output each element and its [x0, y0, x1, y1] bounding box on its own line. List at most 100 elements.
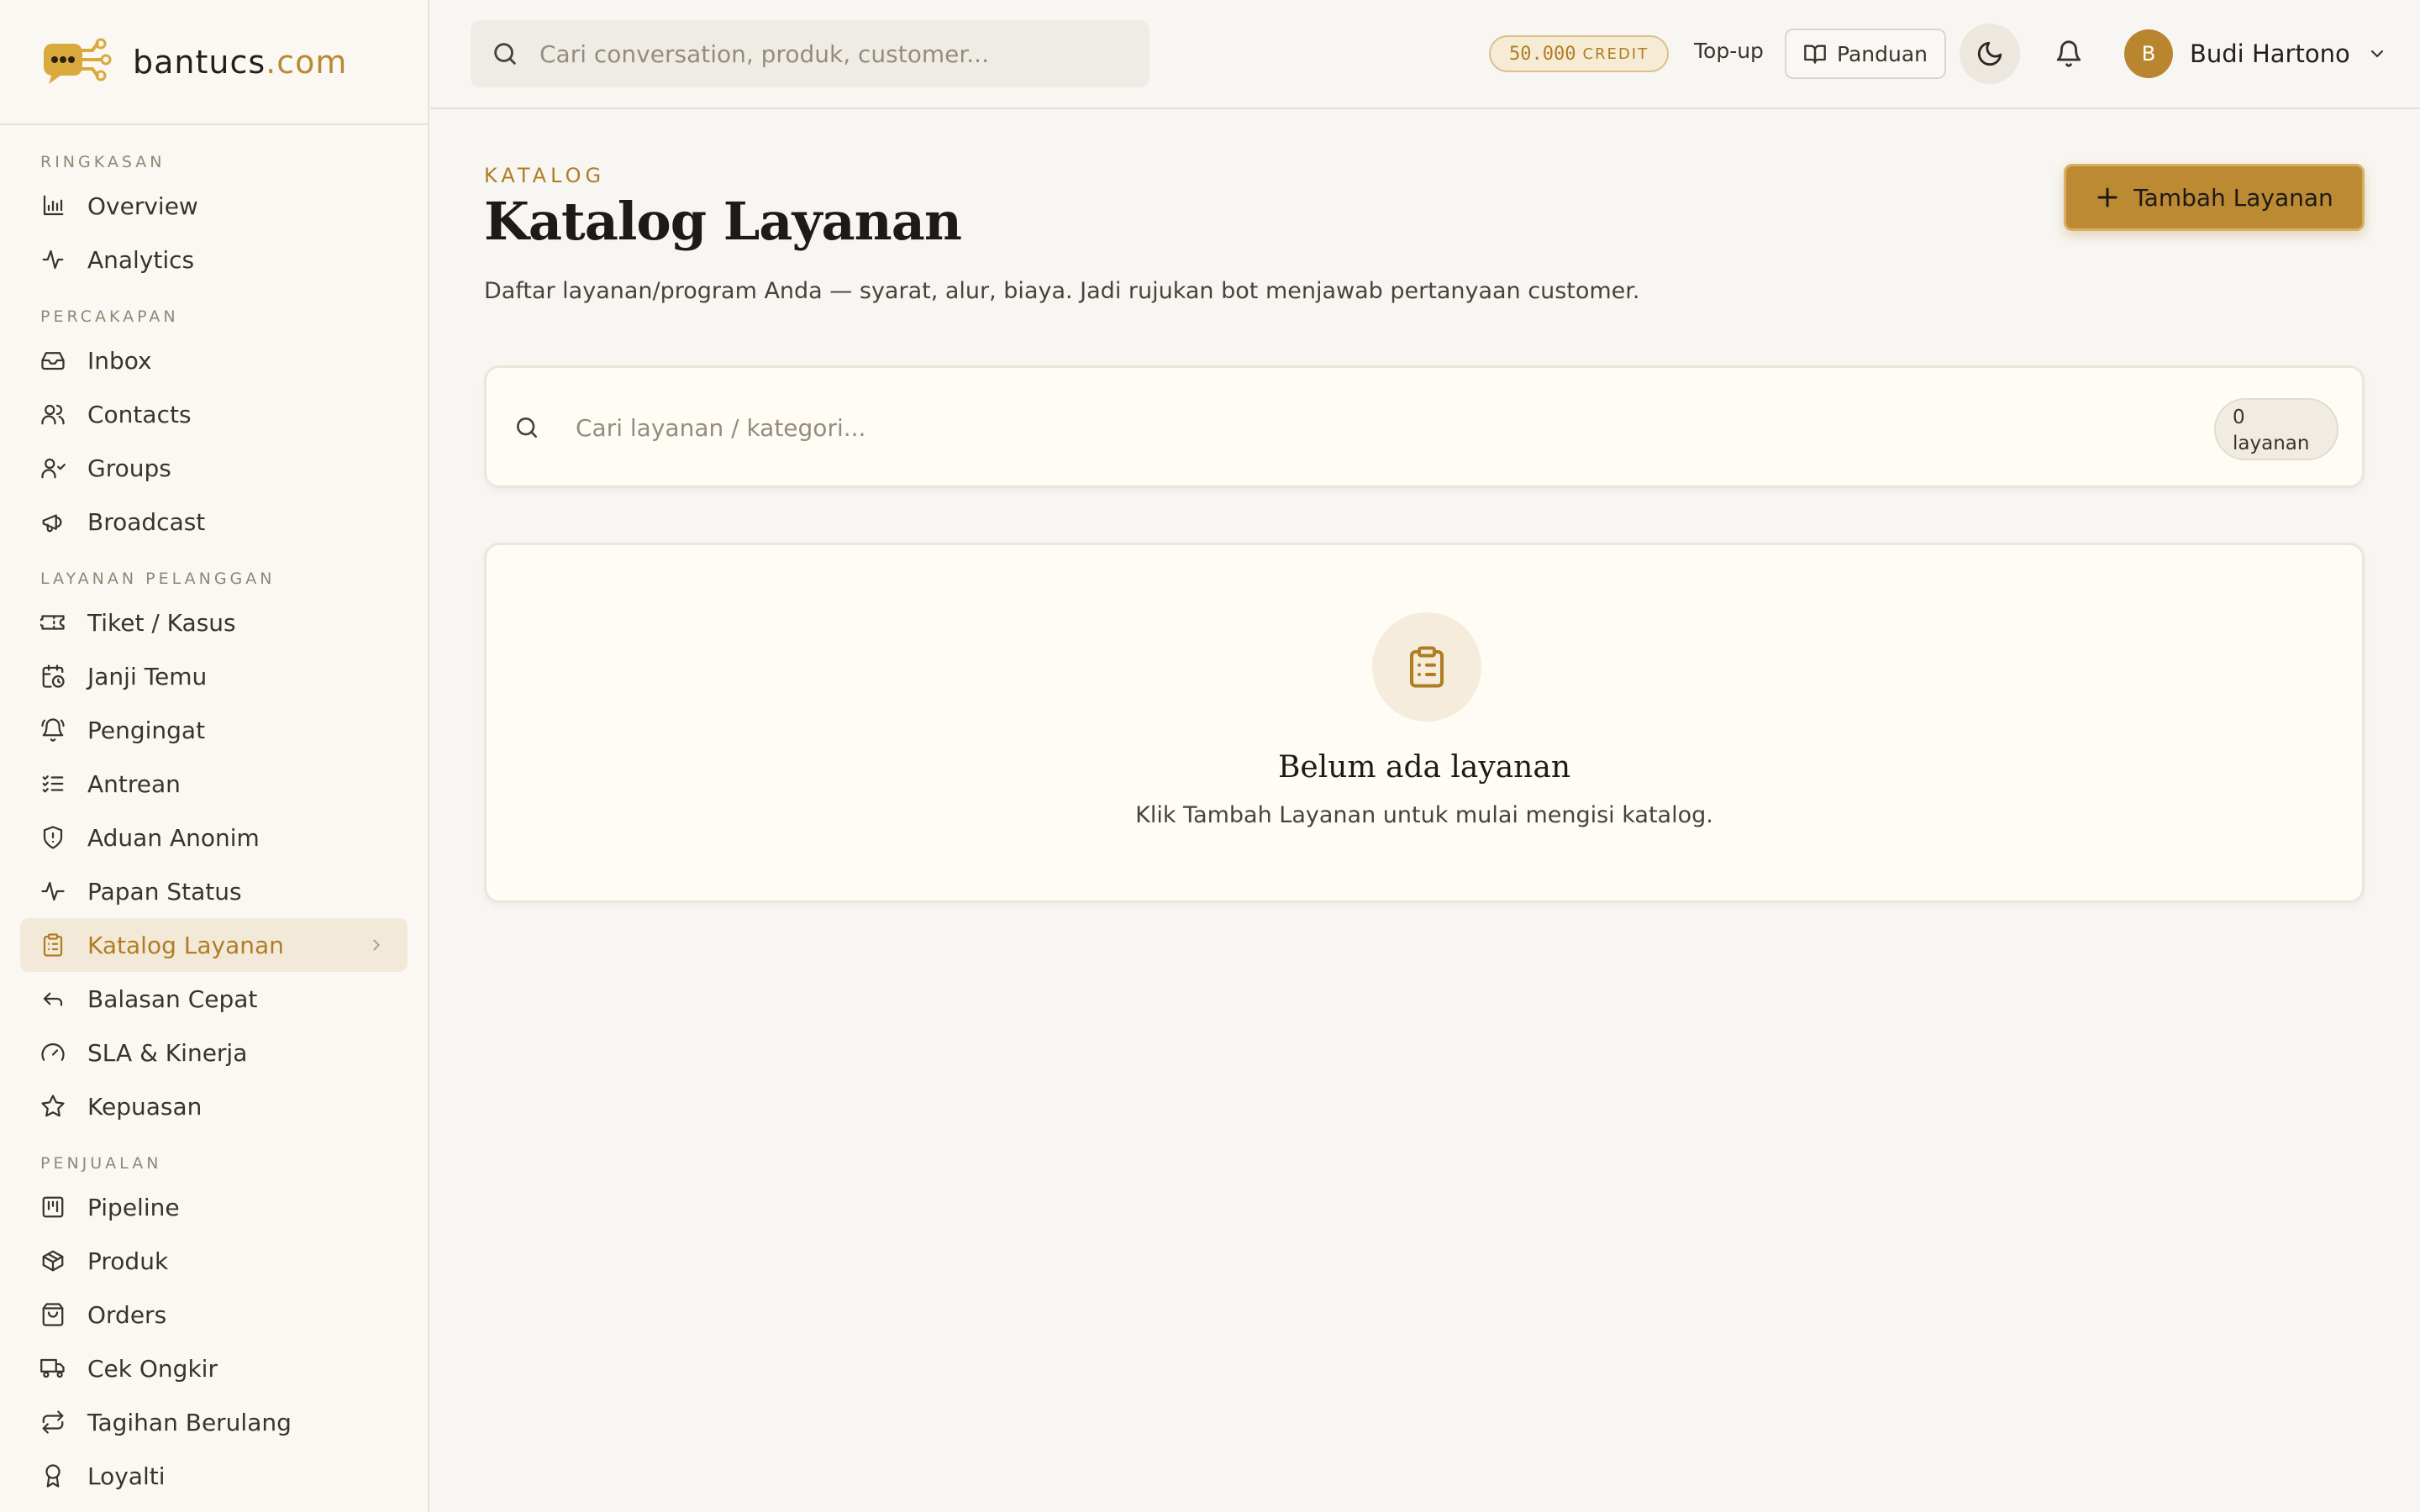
sidebar-item-balasan-cepat[interactable]: Balasan Cepat [20, 972, 408, 1026]
brand-name-tld: .com [266, 43, 348, 81]
sidebar-item-contacts[interactable]: Contacts [20, 387, 408, 441]
sidebar-item-groups[interactable]: Groups [20, 441, 408, 495]
service-search-input[interactable] [576, 405, 2172, 450]
sidebar-item-papan-status[interactable]: Papan Status [20, 864, 408, 918]
sidebar-item-label: Janji Temu [87, 662, 208, 690]
pulse-icon [40, 879, 66, 904]
theme-toggle-button[interactable] [1960, 24, 2020, 84]
search-icon [494, 43, 516, 65]
global-search[interactable] [471, 20, 1150, 87]
package-icon [40, 1248, 66, 1273]
sidebar-item-label: Pengingat [87, 716, 206, 744]
global-search-input[interactable] [539, 39, 1128, 68]
sidebar-item-sla-kinerja[interactable]: SLA & Kinerja [20, 1026, 408, 1079]
user-menu[interactable]: B Budi Hartono [2124, 27, 2387, 81]
sidebar-item-analytics[interactable]: Analytics [20, 233, 408, 286]
award-icon [40, 1463, 66, 1488]
sidebar-item-kepuasan[interactable]: Kepuasan [20, 1079, 408, 1133]
credit-amount: 50.000 [1509, 43, 1576, 65]
sidebar-item-janji-temu[interactable]: Janji Temu [20, 649, 408, 703]
clipboard-list-icon [40, 932, 66, 958]
credit-badge[interactable]: 50.000 CREDIT [1489, 35, 1670, 72]
calendar-clock-icon [40, 664, 66, 689]
sidebar-item-label: Pipeline [87, 1193, 180, 1221]
sidebar-item-label: Analytics [87, 245, 195, 274]
sidebar-item-label: Tiket / Kasus [87, 608, 236, 637]
kanban-icon [40, 1194, 66, 1220]
sidebar-item-label: Broadcast [87, 507, 206, 536]
sidebar-item-label: Groups [87, 454, 171, 482]
sidebar-item-pengingat[interactable]: Pengingat [20, 703, 408, 757]
sidebar-item-inbox[interactable]: Inbox [20, 333, 408, 387]
add-service-button-label: Tambah Layanan [2133, 183, 2333, 212]
add-service-button[interactable]: Tambah Layanan [2064, 164, 2365, 231]
shopping-bag-icon [40, 1302, 66, 1327]
activity-icon [40, 247, 66, 272]
nav-section-title: RINGKASAN [40, 153, 166, 171]
star-icon [40, 1094, 66, 1119]
chevron-right-icon [373, 939, 381, 951]
empty-state-card: Belum ada layanan Klik Tambah Layanan un… [484, 543, 2365, 903]
users-icon [40, 402, 66, 427]
bell-icon [2056, 40, 2081, 67]
brand-logo-icon [44, 38, 112, 84]
plus-icon [2097, 187, 2118, 207]
group-icon [40, 455, 66, 480]
credit-unit: CREDIT [1582, 45, 1649, 63]
sidebar-item-label: Inbox [87, 346, 152, 375]
reply-icon [40, 986, 66, 1011]
topbar: 50.000 CREDIT Top-up Panduan B Budi Hart… [430, 0, 2420, 109]
avatar: B [2124, 29, 2173, 78]
sidebar: bantucs.com RINGKASAN Overview Analytics PE… [0, 0, 429, 1512]
app-root: bantucs.com RINGKASAN Overview Analytics PE… [0, 0, 2420, 1512]
gauge-icon [40, 1040, 66, 1065]
notifications-button[interactable] [2049, 34, 2089, 74]
ticket-icon [40, 610, 66, 635]
moon-icon [1977, 41, 2002, 66]
sidebar-item-antrean[interactable]: Antrean [20, 757, 408, 811]
sidebar-item-cek-ongkir[interactable]: Cek Ongkir [20, 1341, 408, 1395]
sidebar-item-label: Papan Status [87, 877, 242, 906]
megaphone-icon [40, 509, 66, 534]
page-title: Katalog Layanan [484, 191, 962, 252]
sidebar-item-tiket-kasus[interactable]: Tiket / Kasus [20, 596, 408, 649]
sidebar-item-label: Contacts [87, 400, 192, 428]
nav-section-title: LAYANAN PELANGGAN [40, 570, 276, 588]
guide-button-label: Panduan [1837, 41, 1928, 66]
user-name: Budi Hartono [2190, 39, 2350, 68]
page-description: Daftar layanan/program Anda — syarat, al… [484, 278, 1640, 304]
sidebar-item-overview[interactable]: Overview [20, 179, 408, 233]
sidebar-item-orders[interactable]: Orders [20, 1288, 408, 1341]
sidebar-item-label: Tagihan Berulang [87, 1408, 292, 1436]
sidebar-item-label: Cek Ongkir [87, 1354, 218, 1383]
sidebar-item-label: Kepuasan [87, 1092, 203, 1121]
empty-state-icon-wrap [1372, 612, 1481, 722]
brand[interactable]: bantucs.com [0, 0, 428, 125]
sidebar-item-label: Aduan Anonim [87, 823, 260, 852]
inbox-icon [40, 348, 66, 373]
repeat-icon [40, 1410, 66, 1435]
sidebar-item-label: SLA & Kinerja [87, 1038, 248, 1067]
topup-link[interactable]: Top-up [1694, 39, 1764, 63]
nav-section-title: PERCAKAPAN [40, 307, 179, 326]
sidebar-item-broadcast[interactable]: Broadcast [20, 495, 408, 549]
sidebar-item-label: Antrean [87, 769, 181, 798]
sidebar-item-label: Balasan Cepat [87, 984, 258, 1013]
search-icon [517, 417, 537, 438]
empty-state-description: Klik Tambah Layanan untuk mulai mengisi … [1135, 802, 1713, 828]
main-content: KATALOG Katalog Layanan Daftar layanan/p… [430, 110, 2420, 1512]
clipboard-list-icon [1409, 646, 1444, 688]
sidebar-item-pipeline[interactable]: Pipeline [20, 1180, 408, 1234]
service-count-number: 0 [2233, 407, 2245, 428]
sidebar-item-loyalti[interactable]: Loyalti [20, 1449, 408, 1503]
sidebar-item-katalog-layanan[interactable]: Katalog Layanan [20, 918, 408, 972]
list-checks-icon [40, 771, 66, 796]
sidebar-item-label: Orders [87, 1300, 167, 1329]
sidebar-item-tagihan-berulang[interactable]: Tagihan Berulang [20, 1395, 408, 1449]
sidebar-item-produk[interactable]: Produk [20, 1234, 408, 1288]
guide-button[interactable]: Panduan [1785, 29, 1946, 79]
service-count-badge: 0 layanan [2214, 398, 2338, 460]
sidebar-item-aduan-anonim[interactable]: Aduan Anonim [20, 811, 408, 864]
page-eyebrow: KATALOG [484, 164, 606, 187]
service-count-unit: layanan [2233, 433, 2310, 454]
